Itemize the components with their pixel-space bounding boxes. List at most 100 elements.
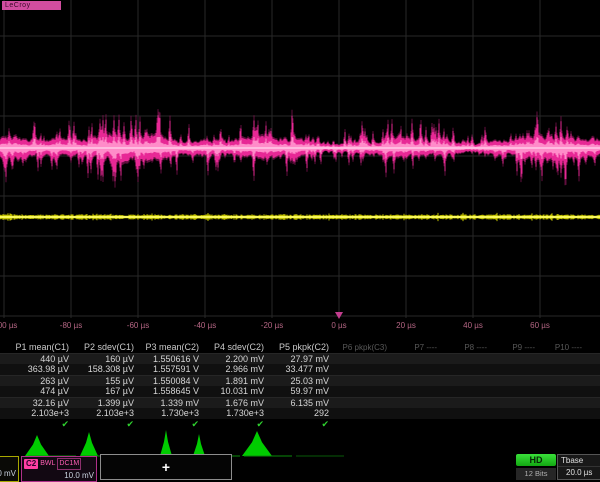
param-header[interactable]: P6 pkpk(C3) bbox=[335, 342, 393, 353]
param-value bbox=[588, 408, 600, 419]
time-axis: -100 µs-80 µs-60 µs-40 µs-20 µs0 µs20 µs… bbox=[0, 321, 600, 333]
param-value: 474 µV bbox=[0, 386, 75, 397]
c1-coupling-label: DC1M bbox=[0, 458, 16, 468]
param-value bbox=[493, 364, 541, 375]
param-status-check-icon: ✔ bbox=[75, 419, 140, 430]
param-value bbox=[541, 386, 588, 397]
param-status-check-icon: ✔ bbox=[205, 419, 270, 430]
param-value: 158.308 µV bbox=[75, 364, 140, 375]
param-value bbox=[335, 354, 393, 364]
param-value bbox=[493, 354, 541, 364]
param-status-check-icon bbox=[588, 419, 600, 430]
param-header[interactable]: P2 sdev(C1) bbox=[75, 342, 140, 353]
param-value bbox=[393, 354, 443, 364]
param-status-check-icon bbox=[541, 419, 588, 430]
time-axis-label: 20 µs bbox=[396, 321, 416, 330]
param-value bbox=[335, 364, 393, 375]
param-value bbox=[588, 364, 600, 375]
param-header[interactable]: P4 sdev(C2) bbox=[205, 342, 270, 353]
param-value bbox=[443, 408, 493, 419]
param-value bbox=[541, 398, 588, 408]
param-value bbox=[335, 376, 393, 386]
time-axis-label: -80 µs bbox=[60, 321, 82, 330]
tbase-value: 20.0 µs bbox=[558, 467, 600, 479]
c2-channel-badge: C2 bbox=[24, 459, 38, 469]
param-value: 2.103e+3 bbox=[75, 408, 140, 419]
plus-icon: + bbox=[162, 459, 170, 475]
table-row: 363.98 µV158.308 µV1.557591 V2.966 mV33.… bbox=[0, 364, 600, 375]
param-value: 32.16 µV bbox=[0, 398, 75, 408]
param-value bbox=[393, 386, 443, 397]
param-value bbox=[588, 386, 600, 397]
param-value bbox=[541, 354, 588, 364]
param-header[interactable]: P5 pkpk(C2) bbox=[270, 342, 335, 353]
param-value bbox=[443, 386, 493, 397]
c2-bwl-label: BWL bbox=[40, 459, 55, 469]
add-trace-box[interactable]: + bbox=[100, 454, 232, 480]
param-header[interactable]: P11 bbox=[588, 342, 600, 353]
param-header[interactable]: P3 mean(C2) bbox=[140, 342, 205, 353]
timebase-descriptor[interactable]: Tbase 20.0 µs bbox=[557, 454, 600, 480]
time-axis-label: 60 µs bbox=[530, 321, 550, 330]
param-value: 25.03 mV bbox=[270, 376, 335, 386]
param-header[interactable]: P9 ---- bbox=[493, 342, 541, 353]
param-header[interactable]: P7 ---- bbox=[393, 342, 443, 353]
param-value: 167 µV bbox=[75, 386, 140, 397]
logo-badge: LeCroy bbox=[2, 1, 61, 10]
param-value bbox=[443, 354, 493, 364]
measurement-table: P1 mean(C1)P2 sdev(C1)P3 mean(C2)P4 sdev… bbox=[0, 342, 600, 430]
param-value: 1.730e+3 bbox=[140, 408, 205, 419]
table-row: 32.16 µV1.399 µV1.339 mV1.676 mV6.135 mV bbox=[0, 397, 600, 408]
table-row: ✔✔✔✔✔ bbox=[0, 419, 600, 430]
param-value: 155 µV bbox=[75, 376, 140, 386]
param-header[interactable]: P1 mean(C1) bbox=[0, 342, 75, 353]
param-value: 1.550616 V bbox=[140, 354, 205, 364]
param-value: 10.031 mV bbox=[205, 386, 270, 397]
param-value bbox=[443, 398, 493, 408]
param-value bbox=[541, 408, 588, 419]
table-row: 2.103e+32.103e+31.730e+31.730e+3292 bbox=[0, 408, 600, 419]
param-status-check-icon: ✔ bbox=[0, 419, 75, 430]
trigger-time-marker-icon[interactable] bbox=[335, 312, 343, 319]
hd-mode-badge[interactable]: HD bbox=[516, 454, 556, 466]
param-value bbox=[443, 376, 493, 386]
param-header[interactable]: P10 ---- bbox=[541, 342, 588, 353]
param-value: 59.97 mV bbox=[270, 386, 335, 397]
param-value bbox=[335, 408, 393, 419]
param-value: 1.730e+3 bbox=[205, 408, 270, 419]
table-row: P1 mean(C1)P2 sdev(C1)P3 mean(C2)P4 sdev… bbox=[0, 342, 600, 353]
param-value: 1.891 mV bbox=[205, 376, 270, 386]
param-value bbox=[588, 398, 600, 408]
histicon[interactable] bbox=[141, 430, 188, 456]
parameter-histicons[interactable] bbox=[0, 430, 600, 459]
channel-descriptor-c1[interactable]: DC1M 10.0 mV bbox=[0, 456, 19, 482]
param-status-check-icon bbox=[443, 419, 493, 430]
histicon[interactable] bbox=[25, 435, 76, 456]
param-value bbox=[493, 398, 541, 408]
table-row: 263 µV155 µV1.550084 V1.891 mV25.03 mV bbox=[0, 375, 600, 386]
time-axis-label: -100 µs bbox=[0, 321, 17, 330]
histicon[interactable] bbox=[193, 434, 240, 456]
param-value: 440 µV bbox=[0, 354, 75, 364]
table-row: 474 µV167 µV1.558645 V10.031 mV59.97 mV bbox=[0, 386, 600, 397]
param-value: 1.399 µV bbox=[75, 398, 140, 408]
param-value bbox=[541, 376, 588, 386]
param-value: 363.98 µV bbox=[0, 364, 75, 375]
param-value: 1.550084 V bbox=[140, 376, 205, 386]
param-value bbox=[393, 364, 443, 375]
param-status-check-icon bbox=[493, 419, 541, 430]
param-value bbox=[493, 408, 541, 419]
histicon[interactable] bbox=[80, 432, 136, 456]
channel-descriptor-c2[interactable]: C2 BWL DC1M 10.0 mV bbox=[21, 456, 97, 482]
param-value bbox=[335, 386, 393, 397]
histicon[interactable] bbox=[242, 431, 292, 456]
param-value: 1.558645 V bbox=[140, 386, 205, 397]
param-header[interactable]: P8 ---- bbox=[443, 342, 493, 353]
time-axis-label: 40 µs bbox=[463, 321, 483, 330]
param-status-check-icon bbox=[393, 419, 443, 430]
time-axis-label: -60 µs bbox=[127, 321, 149, 330]
table-row: 440 µV160 µV1.550616 V2.200 mV27.97 mV bbox=[0, 353, 600, 364]
param-value bbox=[443, 364, 493, 375]
param-value: 2.200 mV bbox=[205, 354, 270, 364]
param-value: 160 µV bbox=[75, 354, 140, 364]
